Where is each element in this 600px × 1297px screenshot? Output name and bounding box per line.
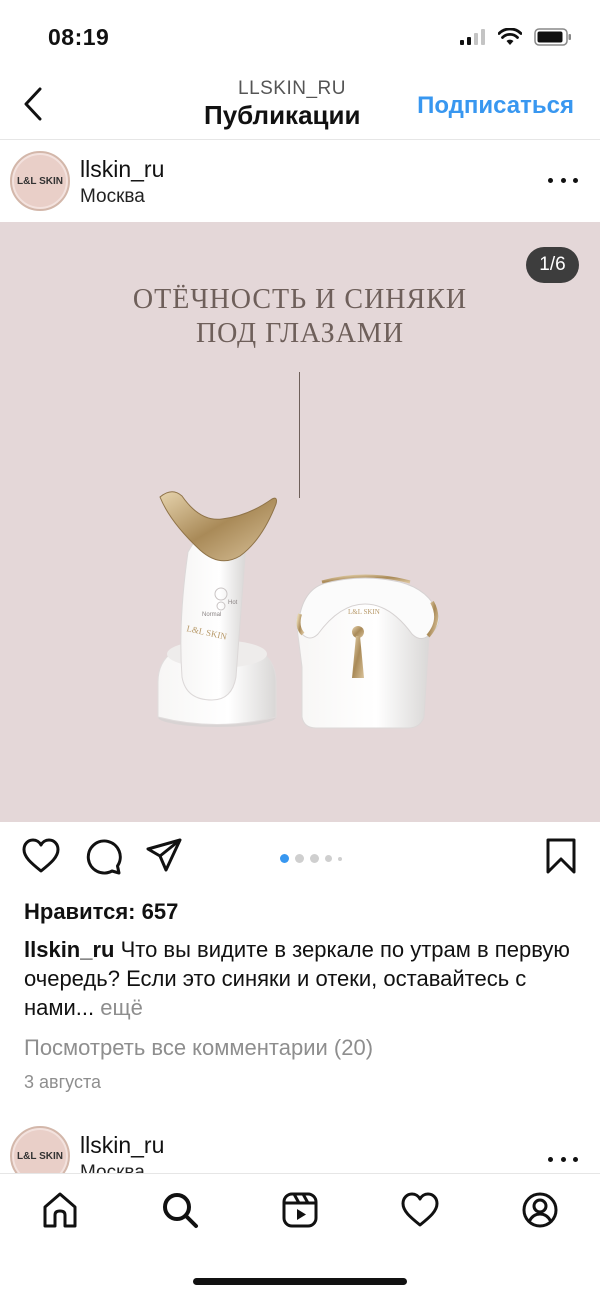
avatar[interactable]: L&L SKIN [10, 151, 70, 211]
heart-icon [401, 1192, 439, 1227]
carousel-indicator [280, 854, 342, 863]
carousel-dot [295, 854, 304, 863]
avatar-logo: L&L SKIN [14, 1130, 66, 1173]
page-title: Публикации [204, 100, 361, 130]
tab-reels[interactable] [278, 1188, 322, 1232]
nav-bar: LLSKIN_RU Публикации Подписаться [0, 70, 600, 140]
more-options-button[interactable] [548, 1149, 578, 1169]
post-username[interactable]: llskin_ru [80, 156, 164, 183]
paper-plane-icon[interactable] [146, 838, 182, 874]
bookmark-icon[interactable] [546, 838, 576, 874]
tab-profile[interactable] [518, 1188, 562, 1232]
more-dot-icon [560, 1156, 566, 1162]
view-comments-link[interactable]: Посмотреть все комментарии (20) [24, 1035, 373, 1061]
post-header: L&L SKIN llskin_ru Москва [0, 142, 600, 222]
more-dot-icon [548, 177, 553, 183]
caption-username[interactable]: llskin_ru [24, 937, 114, 962]
device-label-normal: Normal [202, 612, 221, 618]
post-location[interactable]: Москва [80, 186, 145, 208]
tab-search[interactable] [158, 1188, 202, 1232]
carousel-dot [325, 855, 332, 862]
nav-subtitle-text: LLSKIN_RU [238, 78, 346, 99]
profile-icon [522, 1192, 558, 1228]
carousel-dot [310, 854, 319, 863]
device-label-hot: Hot [228, 600, 238, 606]
comment-icon[interactable] [84, 838, 122, 876]
signal-icon [460, 29, 485, 45]
caption-more-link[interactable]: ещё [94, 995, 143, 1020]
bottom-tab-bar [0, 1173, 600, 1297]
device2-brand-text: L&L SKIN [348, 608, 380, 616]
heart-icon[interactable] [22, 838, 60, 874]
likes-count[interactable]: Нравится: 657 [24, 899, 178, 925]
more-dot-icon [573, 177, 578, 183]
post-date: 3 августа [24, 1072, 102, 1092]
avatar-logo: L&L SKIN [14, 155, 66, 207]
post-location[interactable]: Москва [80, 1162, 145, 1173]
carousel-dot-active [280, 854, 289, 863]
battery-icon [534, 28, 571, 46]
action-bar [0, 822, 600, 896]
status-bar: 08:19 [0, 0, 600, 70]
search-icon [163, 1193, 198, 1228]
wifi-icon [498, 28, 522, 45]
avatar[interactable]: L&L SKIN [10, 1126, 70, 1173]
next-post-header: L&L SKIN llskin_ru Москва [0, 1115, 600, 1173]
tab-home[interactable] [38, 1188, 82, 1232]
post-image[interactable]: 1/6 ОТЁЧНОСТЬ И СИНЯКИ ПОД ГЛАЗАМИ Hot N… [0, 222, 600, 822]
more-options-button[interactable] [548, 170, 578, 190]
carousel-dot [338, 856, 342, 861]
status-icons [460, 28, 572, 46]
post-caption: llskin_ru Что вы видите в зеркале по утр… [24, 935, 584, 1022]
follow-button[interactable]: Подписаться [417, 92, 574, 120]
post-username[interactable]: llskin_ru [80, 1132, 164, 1159]
status-time: 08:19 [48, 24, 110, 50]
home-indicator [193, 1278, 407, 1285]
more-dot-icon [573, 1156, 578, 1162]
more-dot-icon [560, 177, 566, 183]
reels-icon [282, 1192, 318, 1228]
more-dot-icon [548, 1156, 553, 1162]
tab-activity[interactable] [398, 1188, 442, 1232]
home-icon [43, 1192, 77, 1228]
device-illustration: Hot Normal L&L SKIN L&L SKIN [157, 491, 440, 729]
